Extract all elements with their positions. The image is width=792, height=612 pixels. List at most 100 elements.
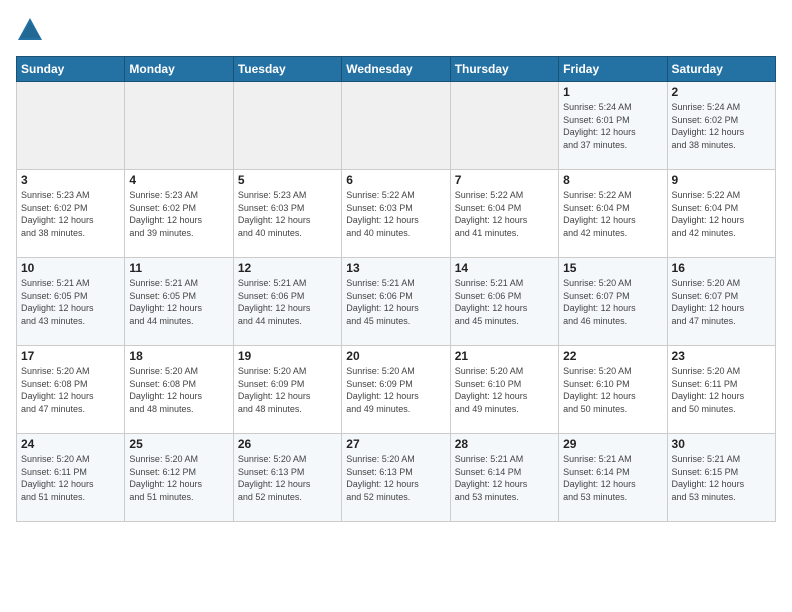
- day-number: 24: [21, 437, 120, 451]
- calendar-cell: 2 Sunrise: 5:24 AM Sunset: 6:02 PM Daylig…: [667, 82, 775, 170]
- day-info: Sunrise: 5:20 AM Sunset: 6:10 PM Dayligh…: [563, 365, 662, 415]
- day-number: 26: [238, 437, 337, 451]
- calendar-cell: 21 Sunrise: 5:20 AM Sunset: 6:10 PM Dayli…: [450, 346, 558, 434]
- day-info: Sunrise: 5:22 AM Sunset: 6:04 PM Dayligh…: [672, 189, 771, 239]
- day-info: Sunrise: 5:22 AM Sunset: 6:04 PM Dayligh…: [563, 189, 662, 239]
- day-number: 13: [346, 261, 445, 275]
- day-info: Sunrise: 5:20 AM Sunset: 6:09 PM Dayligh…: [346, 365, 445, 415]
- calendar-cell: 12 Sunrise: 5:21 AM Sunset: 6:06 PM Dayli…: [233, 258, 341, 346]
- day-number: 12: [238, 261, 337, 275]
- day-number: 8: [563, 173, 662, 187]
- calendar-cell: 11 Sunrise: 5:21 AM Sunset: 6:05 PM Dayli…: [125, 258, 233, 346]
- day-header-friday: Friday: [559, 57, 667, 82]
- calendar-cell: 17 Sunrise: 5:20 AM Sunset: 6:08 PM Dayli…: [17, 346, 125, 434]
- calendar-cell: 7 Sunrise: 5:22 AM Sunset: 6:04 PM Daylig…: [450, 170, 558, 258]
- day-number: 23: [672, 349, 771, 363]
- page: SundayMondayTuesdayWednesdayThursdayFrid…: [0, 0, 792, 532]
- calendar-cell: 22 Sunrise: 5:20 AM Sunset: 6:10 PM Dayli…: [559, 346, 667, 434]
- calendar-cell: [125, 82, 233, 170]
- day-number: 21: [455, 349, 554, 363]
- day-info: Sunrise: 5:21 AM Sunset: 6:06 PM Dayligh…: [346, 277, 445, 327]
- day-header-saturday: Saturday: [667, 57, 775, 82]
- day-number: 4: [129, 173, 228, 187]
- calendar-cell: 9 Sunrise: 5:22 AM Sunset: 6:04 PM Daylig…: [667, 170, 775, 258]
- day-header-sunday: Sunday: [17, 57, 125, 82]
- day-number: 7: [455, 173, 554, 187]
- calendar-cell: 23 Sunrise: 5:20 AM Sunset: 6:11 PM Dayli…: [667, 346, 775, 434]
- day-info: Sunrise: 5:20 AM Sunset: 6:08 PM Dayligh…: [129, 365, 228, 415]
- day-number: 5: [238, 173, 337, 187]
- day-number: 9: [672, 173, 771, 187]
- week-row-1: 3Sunrise: 5:23 AM Sunset: 6:02 PM Daylig…: [17, 170, 776, 258]
- day-info: Sunrise: 5:23 AM Sunset: 6:02 PM Dayligh…: [129, 189, 228, 239]
- day-number: 2: [672, 85, 771, 99]
- calendar-cell: 20 Sunrise: 5:20 AM Sunset: 6:09 PM Dayli…: [342, 346, 450, 434]
- day-info: Sunrise: 5:24 AM Sunset: 6:01 PM Dayligh…: [563, 101, 662, 151]
- header-row: SundayMondayTuesdayWednesdayThursdayFrid…: [17, 57, 776, 82]
- calendar-cell: 26 Sunrise: 5:20 AM Sunset: 6:13 PM Dayli…: [233, 434, 341, 522]
- calendar-cell: 25 Sunrise: 5:20 AM Sunset: 6:12 PM Dayli…: [125, 434, 233, 522]
- day-number: 25: [129, 437, 228, 451]
- day-info: Sunrise: 5:22 AM Sunset: 6:03 PM Dayligh…: [346, 189, 445, 239]
- day-info: Sunrise: 5:21 AM Sunset: 6:06 PM Dayligh…: [455, 277, 554, 327]
- day-number: 29: [563, 437, 662, 451]
- day-info: Sunrise: 5:21 AM Sunset: 6:06 PM Dayligh…: [238, 277, 337, 327]
- day-info: Sunrise: 5:20 AM Sunset: 6:11 PM Dayligh…: [672, 365, 771, 415]
- calendar-cell: 24 Sunrise: 5:20 AM Sunset: 6:11 PM Dayli…: [17, 434, 125, 522]
- day-number: 30: [672, 437, 771, 451]
- day-number: 17: [21, 349, 120, 363]
- day-info: Sunrise: 5:20 AM Sunset: 6:10 PM Dayligh…: [455, 365, 554, 415]
- calendar-cell: 13 Sunrise: 5:21 AM Sunset: 6:06 PM Dayli…: [342, 258, 450, 346]
- day-info: Sunrise: 5:20 AM Sunset: 6:08 PM Dayligh…: [21, 365, 120, 415]
- day-info: Sunrise: 5:23 AM Sunset: 6:03 PM Dayligh…: [238, 189, 337, 239]
- calendar-cell: 18 Sunrise: 5:20 AM Sunset: 6:08 PM Dayli…: [125, 346, 233, 434]
- day-header-wednesday: Wednesday: [342, 57, 450, 82]
- calendar-cell: 10Sunrise: 5:21 AM Sunset: 6:05 PM Dayli…: [17, 258, 125, 346]
- day-number: 16: [672, 261, 771, 275]
- day-number: 20: [346, 349, 445, 363]
- day-number: 10: [21, 261, 120, 275]
- calendar-cell: 15 Sunrise: 5:20 AM Sunset: 6:07 PM Dayli…: [559, 258, 667, 346]
- calendar-cell: [17, 82, 125, 170]
- day-number: 1: [563, 85, 662, 99]
- calendar-cell: 28Sunrise: 5:21 AM Sunset: 6:14 PM Dayli…: [450, 434, 558, 522]
- calendar-cell: [342, 82, 450, 170]
- calendar-cell: 1 Sunrise: 5:24 AM Sunset: 6:01 PM Daylig…: [559, 82, 667, 170]
- day-info: Sunrise: 5:20 AM Sunset: 6:12 PM Dayligh…: [129, 453, 228, 503]
- calendar-cell: [233, 82, 341, 170]
- calendar-cell: 4 Sunrise: 5:23 AM Sunset: 6:02 PM Daylig…: [125, 170, 233, 258]
- calendar-cell: 6 Sunrise: 5:22 AM Sunset: 6:03 PM Daylig…: [342, 170, 450, 258]
- day-info: Sunrise: 5:20 AM Sunset: 6:07 PM Dayligh…: [672, 277, 771, 327]
- calendar-table: SundayMondayTuesdayWednesdayThursdayFrid…: [16, 56, 776, 522]
- week-row-4: 24 Sunrise: 5:20 AM Sunset: 6:11 PM Dayli…: [17, 434, 776, 522]
- day-info: Sunrise: 5:21 AM Sunset: 6:05 PM Dayligh…: [129, 277, 228, 327]
- header: [16, 16, 776, 44]
- logo: [16, 16, 48, 44]
- calendar-cell: [450, 82, 558, 170]
- calendar-cell: 16 Sunrise: 5:20 AM Sunset: 6:07 PM Dayli…: [667, 258, 775, 346]
- day-info: Sunrise: 5:20 AM Sunset: 6:11 PM Dayligh…: [21, 453, 120, 503]
- day-info: Sunrise: 5:20 AM Sunset: 6:09 PM Dayligh…: [238, 365, 337, 415]
- day-info: Sunrise: 5:24 AM Sunset: 6:02 PM Dayligh…: [672, 101, 771, 151]
- day-header-tuesday: Tuesday: [233, 57, 341, 82]
- week-row-0: 1 Sunrise: 5:24 AM Sunset: 6:01 PM Daylig…: [17, 82, 776, 170]
- calendar-cell: 14Sunrise: 5:21 AM Sunset: 6:06 PM Dayli…: [450, 258, 558, 346]
- week-row-2: 10 Sunrise: 5:21 AM Sunset: 6:05 PM Dayli…: [17, 258, 776, 346]
- calendar-cell: 3Sunrise: 5:23 AM Sunset: 6:02 PM Daylig…: [17, 170, 125, 258]
- day-number: 15: [563, 261, 662, 275]
- day-info: Sunrise: 5:22 AM Sunset: 6:04 PM Dayligh…: [455, 189, 554, 239]
- calendar-cell: 27Sunrise: 5:20 AM Sunset: 6:13 PM Dayli…: [342, 434, 450, 522]
- day-number: 18: [129, 349, 228, 363]
- day-number: 19: [238, 349, 337, 363]
- day-number: 6: [346, 173, 445, 187]
- day-info: Sunrise: 5:20 AM Sunset: 6:07 PM Dayligh…: [563, 277, 662, 327]
- day-number: 22: [563, 349, 662, 363]
- calendar-cell: 30Sunrise: 5:21 AM Sunset: 6:15 PM Dayli…: [667, 434, 775, 522]
- calendar-header: SundayMondayTuesdayWednesdayThursdayFrid…: [17, 57, 776, 82]
- day-number: 28: [455, 437, 554, 451]
- day-header-thursday: Thursday: [450, 57, 558, 82]
- day-info: Sunrise: 5:20 AM Sunset: 6:13 PM Dayligh…: [238, 453, 337, 503]
- calendar-cell: 8 Sunrise: 5:22 AM Sunset: 6:04 PM Daylig…: [559, 170, 667, 258]
- calendar-cell: 5 Sunrise: 5:23 AM Sunset: 6:03 PM Daylig…: [233, 170, 341, 258]
- day-number: 11: [129, 261, 228, 275]
